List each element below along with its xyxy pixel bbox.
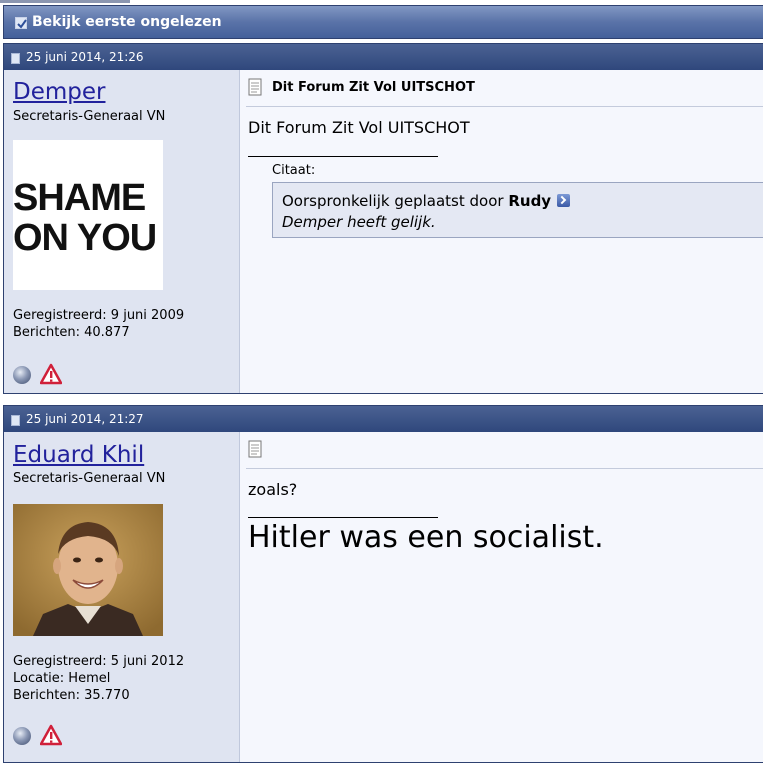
quote-prefix: Oorspronkelijk geplaatst door — [282, 192, 504, 210]
user-location: Locatie: Hemel — [13, 671, 111, 686]
quote-text: Demper heeft gelijk. — [282, 213, 436, 231]
report-warning-icon[interactable] — [39, 363, 63, 389]
user-stats: Geregistreerd: 5 juni 2012 Locatie: Heme… — [13, 653, 184, 704]
post-body: zoals? — [248, 480, 298, 499]
user-stats: Geregistreerd: 9 juni 2009 Berichten: 40… — [13, 307, 184, 341]
offline-status-icon — [13, 727, 31, 745]
report-warning-icon[interactable] — [39, 724, 63, 750]
user-info-panel: Demper Secretaris-Generaal VN SHAME ON Y… — [4, 70, 240, 393]
quote-author: Rudy — [508, 192, 552, 210]
post-body: Dit Forum Zit Vol UITSCHOT — [248, 118, 470, 137]
checkbox-icon[interactable] — [15, 17, 27, 29]
quote-box: Oorspronkelijk geplaatst door Rudy Dempe… — [272, 182, 763, 238]
quote-header: Oorspronkelijk geplaatst door Rudy — [282, 192, 571, 210]
avatar: SHAME ON YOU — [13, 140, 163, 290]
username-link[interactable]: Eduard Khil — [13, 442, 144, 468]
avatar-text-line-2: ON YOU — [13, 217, 157, 259]
post-title: Dit Forum Zit Vol UITSCHOT — [272, 80, 475, 95]
post-document-icon — [248, 78, 263, 96]
post-header: 25 juni 2014, 21:26 — [4, 44, 763, 70]
view-post-arrow-icon[interactable] — [557, 194, 571, 207]
post-header: 25 juni 2014, 21:27 — [4, 406, 763, 432]
offline-status-icon — [13, 366, 31, 384]
signature-separator — [248, 517, 438, 518]
registered-date: Geregistreerd: 9 juni 2009 — [13, 308, 185, 323]
quote-label: Citaat: — [272, 163, 316, 178]
registered-date: Geregistreerd: 5 juni 2012 — [13, 654, 185, 669]
avatar — [13, 504, 163, 636]
username-link[interactable]: Demper — [13, 79, 105, 105]
user-title: Secretaris-Generaal VN — [13, 109, 166, 124]
post-date: 25 juni 2014, 21:27 — [26, 412, 144, 426]
user-info-panel: Eduard Khil Secretaris-Generaal VN Gereg… — [4, 432, 240, 762]
avatar-text-line-1: SHAME — [13, 177, 146, 219]
title-separator — [246, 106, 763, 107]
signature-text: Hitler was een socialist. — [248, 520, 604, 555]
post-2: 25 juni 2014, 21:27 Eduard Khil Secretar… — [3, 405, 763, 763]
thread-toolbar: Bekijk eerste ongelezen — [3, 5, 763, 39]
post-document-icon — [248, 440, 263, 458]
post-date: 25 juni 2014, 21:26 — [26, 50, 144, 64]
title-separator — [246, 468, 763, 469]
user-title: Secretaris-Generaal VN — [13, 471, 166, 486]
message-panel: zoals? Hitler was een socialist. — [240, 432, 763, 762]
message-panel: Dit Forum Zit Vol UITSCHOT Dit Forum Zit… — [240, 70, 763, 393]
post-count: Berichten: 35.770 — [13, 688, 130, 703]
top-divider — [0, 0, 130, 3]
post-date-icon — [11, 415, 20, 426]
signature-separator — [248, 156, 438, 157]
post-1: 25 juni 2014, 21:26 Demper Secretaris-Ge… — [3, 43, 763, 394]
post-count: Berichten: 40.877 — [13, 325, 130, 340]
post-date-icon — [11, 53, 20, 64]
first-unread-link[interactable]: Bekijk eerste ongelezen — [32, 14, 222, 30]
